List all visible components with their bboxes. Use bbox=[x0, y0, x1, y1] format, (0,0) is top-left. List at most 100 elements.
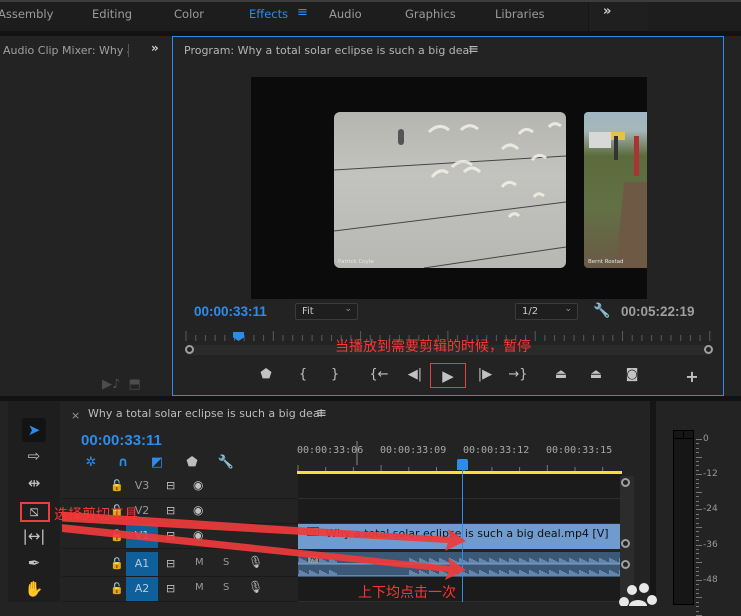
add-marker-button[interactable]: ⬟ bbox=[256, 367, 276, 382]
workspace-bar: Assembly Editing Color Effects ≡ Audio G… bbox=[0, 0, 741, 33]
zoom-level-value: Fit bbox=[302, 306, 314, 317]
video-preview[interactable]: Patrick Coyle Bernt Rostad bbox=[251, 77, 647, 299]
sequence-duration: 00:05:22:19 bbox=[621, 304, 695, 319]
sync-lock-icon[interactable]: ⊟ bbox=[166, 582, 175, 595]
microphone-icon[interactable]: 🎙 bbox=[248, 555, 263, 569]
chevron-down-icon: ⌄ bbox=[344, 304, 352, 314]
linked-selection-icon[interactable]: ◩ bbox=[147, 455, 167, 470]
export-icon[interactable]: ⬒ bbox=[128, 377, 140, 392]
button-editor-button[interactable]: + bbox=[682, 367, 702, 386]
eye-icon[interactable]: ◉ bbox=[193, 478, 203, 492]
sync-lock-icon[interactable]: ⊟ bbox=[166, 529, 175, 542]
sync-lock-icon[interactable]: ⊟ bbox=[166, 479, 175, 492]
scrollbar-end-handle[interactable] bbox=[704, 345, 713, 354]
panel-overflow-icon[interactable]: » bbox=[151, 41, 159, 55]
video-clip[interactable]: fx Why a total solar eclipse is such a b… bbox=[298, 524, 622, 549]
add-marker-icon[interactable]: ⬟ bbox=[182, 455, 202, 470]
meter-tick bbox=[696, 518, 699, 520]
slip-tool[interactable]: |↔| bbox=[22, 524, 46, 548]
meter-tick bbox=[696, 465, 699, 467]
timeline-playhead-line[interactable] bbox=[462, 459, 463, 602]
track-target-v1[interactable]: V1 bbox=[126, 524, 158, 548]
playhead-timecode[interactable]: 00:00:33:11 bbox=[194, 304, 267, 319]
export-frame-button[interactable]: ◙ bbox=[622, 367, 642, 382]
track-lane-v3[interactable] bbox=[298, 474, 622, 499]
close-icon[interactable]: × bbox=[71, 409, 80, 422]
scrollbar-handle[interactable] bbox=[621, 478, 630, 487]
eye-icon[interactable]: ◉ bbox=[193, 528, 203, 542]
nest-toggle-icon[interactable]: ✲ bbox=[81, 455, 101, 470]
panel-menu-icon[interactable]: ≡ bbox=[316, 406, 327, 421]
eye-icon[interactable]: ◉ bbox=[193, 503, 203, 517]
lift-button[interactable]: ⏏ bbox=[551, 367, 571, 382]
workspace-overflow-button[interactable]: » bbox=[588, 2, 648, 33]
go-to-in-button[interactable]: {← bbox=[369, 367, 389, 382]
sync-lock-icon[interactable]: ⊟ bbox=[166, 504, 175, 517]
extract-button[interactable]: ⏏ bbox=[586, 367, 606, 382]
workspace-menu-icon[interactable]: ≡ bbox=[297, 5, 308, 20]
panel-tab-audio-clip-mixer[interactable]: Audio Clip Mixer: Why a t bbox=[3, 44, 129, 57]
workspace-tab-color[interactable]: Color bbox=[174, 7, 204, 21]
track-lane-v2[interactable] bbox=[298, 499, 622, 524]
sync-lock-icon[interactable]: ⊟ bbox=[166, 557, 175, 570]
program-monitor-title[interactable]: Program: Why a total solar eclipse is su… bbox=[184, 44, 472, 57]
step-back-button[interactable]: ◀| bbox=[405, 367, 425, 382]
panel-menu-icon[interactable]: ≡ bbox=[468, 42, 479, 57]
lock-icon[interactable]: 🔓 bbox=[110, 529, 124, 542]
frame-credit: Patrick Coyle bbox=[338, 259, 374, 265]
workspace-tab-effects[interactable]: Effects bbox=[249, 7, 288, 21]
workspace-tab-libraries[interactable]: Libraries bbox=[495, 7, 545, 21]
mute-button[interactable]: M bbox=[195, 582, 204, 593]
timeline-settings-wrench-icon[interactable]: 🔧 bbox=[216, 455, 236, 470]
zoom-level-select[interactable]: Fit ⌄ bbox=[295, 303, 358, 320]
selection-tool[interactable]: ➤ bbox=[22, 418, 46, 442]
meter-tick bbox=[696, 593, 699, 594]
settings-wrench-icon[interactable]: 🔧 bbox=[593, 303, 610, 319]
timeline-timecode[interactable]: 00:00:33:11 bbox=[81, 432, 162, 449]
scrollbar-handle[interactable] bbox=[621, 539, 630, 548]
solo-button[interactable]: S bbox=[223, 557, 229, 568]
step-forward-icon: |▶ bbox=[477, 367, 493, 382]
meter-tick bbox=[696, 478, 699, 480]
hand-icon: ✋ bbox=[24, 580, 44, 598]
annotation-highlight-play bbox=[430, 363, 466, 388]
track-target-a1[interactable]: A1 bbox=[126, 552, 158, 576]
play-audio-icon[interactable]: ▶♪ bbox=[102, 377, 120, 392]
camera-icon: ◙ bbox=[625, 367, 639, 382]
sequence-tab[interactable]: Why a total solar eclipse is such a big … bbox=[88, 407, 323, 420]
track-header-v1: 🔓 V1 ⊟ ◉ bbox=[62, 524, 298, 549]
scrollbar-handle[interactable] bbox=[621, 560, 630, 569]
track-target-v3[interactable]: V3 bbox=[126, 474, 158, 498]
meter-tick bbox=[696, 500, 699, 502]
mark-out-button[interactable]: } bbox=[325, 367, 345, 382]
playback-resolution-select[interactable]: 1/2 ⌄ bbox=[515, 303, 578, 320]
go-to-out-button[interactable]: →} bbox=[508, 367, 528, 382]
annotation-pause: 当播放到需要剪辑的时候，暂停 bbox=[335, 339, 531, 355]
mark-in-button[interactable]: { bbox=[293, 367, 313, 382]
step-forward-button[interactable]: |▶ bbox=[475, 367, 495, 382]
slip-icon: |↔| bbox=[22, 527, 46, 545]
workspace-tab-audio[interactable]: Audio bbox=[329, 7, 362, 21]
audio-clip[interactable]: fx bbox=[298, 552, 622, 577]
lock-icon[interactable]: 🔓 bbox=[110, 557, 124, 570]
track-lane-a2[interactable] bbox=[298, 577, 622, 602]
workspace-tab-assembly[interactable]: Assembly bbox=[0, 7, 53, 21]
lock-icon[interactable]: 🔓 bbox=[110, 582, 124, 595]
meter-tick bbox=[696, 505, 699, 506]
solo-button[interactable]: S bbox=[223, 582, 229, 593]
track-select-icon: ⇨ bbox=[27, 447, 41, 465]
meter-tick bbox=[696, 527, 702, 528]
microphone-icon[interactable]: 🎙 bbox=[248, 580, 263, 594]
track-target-a2[interactable]: A2 bbox=[126, 577, 158, 601]
hand-tool[interactable]: ✋ bbox=[22, 577, 46, 601]
meter-tick bbox=[696, 549, 699, 550]
ripple-edit-tool[interactable]: ⇹ bbox=[22, 471, 46, 495]
track-select-forward-tool[interactable]: ⇨ bbox=[22, 444, 46, 468]
workspace-tab-graphics[interactable]: Graphics bbox=[405, 7, 456, 21]
workspace-tab-editing[interactable]: Editing bbox=[92, 7, 132, 21]
lock-icon[interactable]: 🔓 bbox=[110, 479, 124, 492]
snap-magnet-icon[interactable]: ∩ bbox=[113, 455, 133, 470]
pen-tool[interactable]: ✒ bbox=[22, 551, 46, 575]
mute-button[interactable]: M bbox=[195, 557, 204, 568]
scrollbar-start-handle[interactable] bbox=[185, 345, 194, 354]
